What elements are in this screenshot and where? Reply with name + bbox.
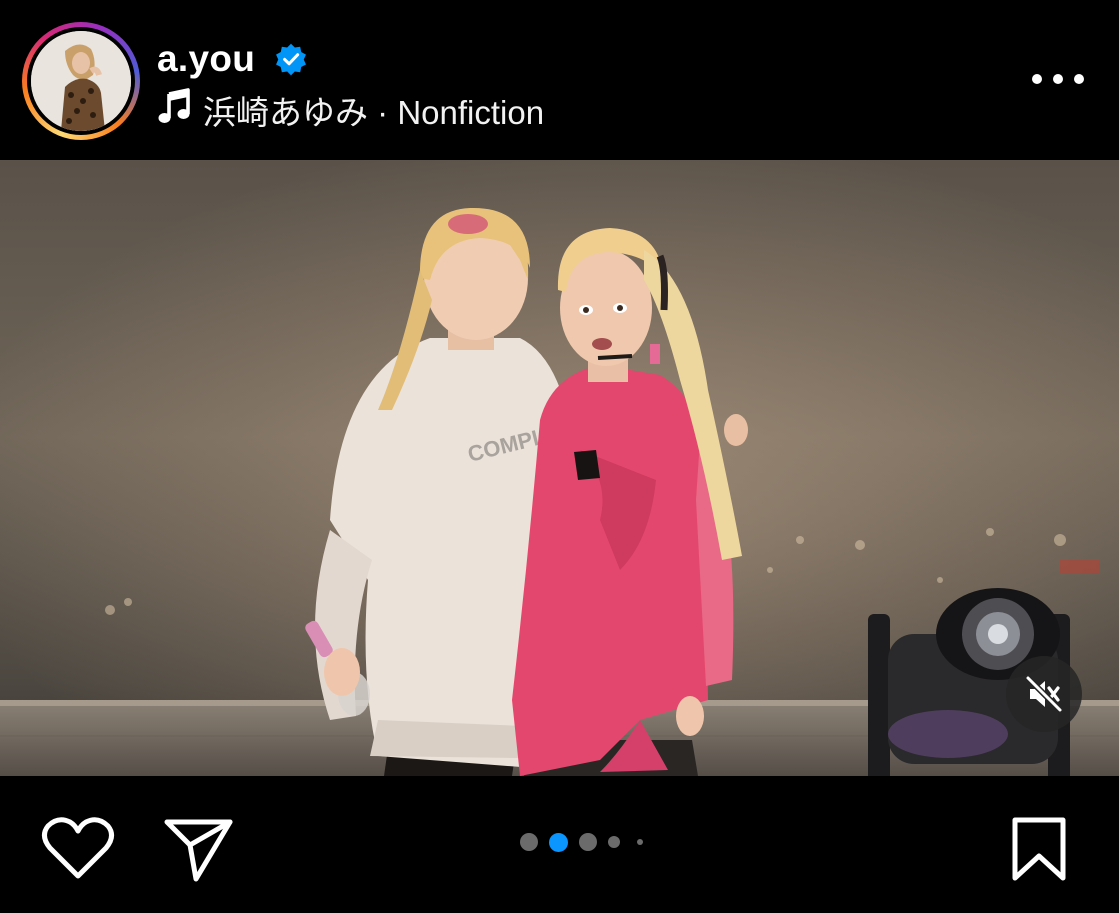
- carousel-dot[interactable]: [520, 833, 538, 851]
- username[interactable]: a.you: [157, 38, 255, 80]
- carousel-indicator: [520, 832, 643, 852]
- avatar-image: [31, 31, 131, 131]
- bookmark-icon[interactable]: [1010, 816, 1068, 882]
- post-header: a.you 浜崎あゆみ · Nonfiction: [0, 0, 1119, 160]
- carousel-dot[interactable]: [579, 833, 597, 851]
- verified-badge-icon: [276, 43, 306, 76]
- carousel-dot-active[interactable]: [549, 832, 568, 852]
- heart-icon[interactable]: [40, 814, 116, 882]
- speaker-muted-icon[interactable]: [1006, 656, 1082, 732]
- music-track-label[interactable]: 浜崎あゆみ · Nonfiction: [203, 86, 544, 134]
- photo-image: COMPLETE: [0, 160, 1119, 776]
- post-photo[interactable]: COMPLETE: [0, 160, 1119, 776]
- avatar-story-ring[interactable]: [22, 22, 140, 140]
- more-options-icon[interactable]: [1032, 64, 1084, 94]
- carousel-dot[interactable]: [608, 836, 620, 848]
- avatar[interactable]: [31, 31, 131, 131]
- send-icon[interactable]: [162, 814, 236, 884]
- carousel-dot[interactable]: [637, 839, 643, 845]
- post-actions-bar: [0, 776, 1119, 913]
- music-note-icon: [158, 88, 190, 123]
